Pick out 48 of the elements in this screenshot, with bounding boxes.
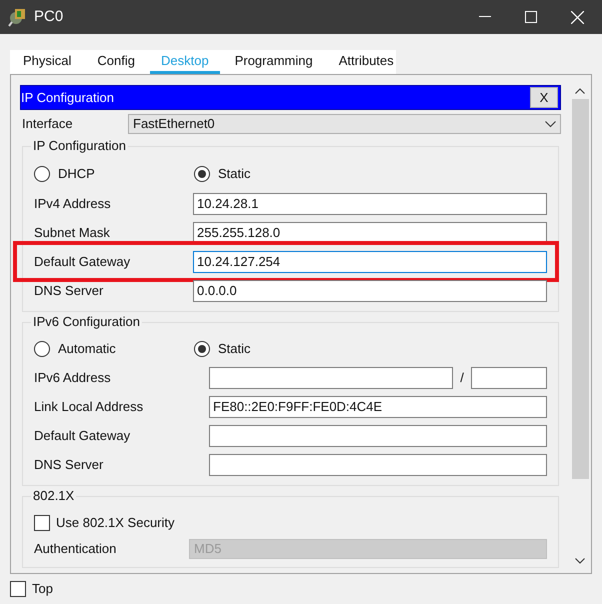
checkbox[interactable] — [34, 515, 50, 531]
field-label: Subnet Mask — [34, 224, 111, 242]
checkbox-label: Top — [32, 580, 53, 598]
radio-label: DHCP — [58, 165, 95, 184]
maximize-icon — [525, 11, 537, 23]
window-title: PC0 — [34, 6, 64, 27]
field-label: Link Local Address — [34, 398, 144, 416]
scroll-down-icon — [575, 558, 585, 564]
chevron-down-icon — [545, 120, 556, 128]
dialog-title: IP Configuration — [21, 88, 114, 107]
text-field[interactable]: 0.0.0.0 — [193, 280, 547, 302]
field-label: DNS Server — [34, 456, 104, 474]
radio-label: Automatic — [58, 340, 116, 358]
tab[interactable]: Programming — [224, 50, 324, 74]
computer-icon — [8, 7, 28, 27]
radio-label: Static — [218, 340, 251, 358]
address-field[interactable] — [209, 366, 453, 388]
text-field[interactable]: FE80::2E0:F9FF:FE0D:4C4E — [209, 396, 547, 418]
checkbox[interactable] — [10, 580, 26, 597]
close-dialog-button[interactable]: X — [530, 87, 558, 108]
scroll-up-icon — [575, 88, 585, 94]
interface-dropdown[interactable]: FastEthernet0 — [128, 114, 561, 134]
text-field[interactable]: 10.24.127.254 — [193, 250, 547, 272]
close-icon — [570, 10, 584, 24]
field-label: IPv4 Address — [34, 194, 112, 213]
minimize-icon — [479, 16, 491, 18]
text-field[interactable] — [209, 424, 547, 446]
tab[interactable]: Attributes — [328, 50, 405, 74]
field-label: Default Gateway — [34, 252, 132, 271]
field-label: Authentication — [34, 540, 118, 558]
scrollbar-thumb[interactable] — [572, 99, 588, 479]
radio-label: Static — [218, 165, 251, 184]
field-label: DNS Server — [34, 282, 104, 300]
text-field[interactable]: 10.24.28.1 — [193, 192, 547, 214]
radio-button[interactable] — [34, 166, 50, 182]
tab[interactable]: Physical — [12, 50, 82, 74]
prefix-field[interactable] — [471, 366, 547, 388]
radio-button[interactable] — [34, 341, 50, 357]
interface-label: Interface — [21, 115, 74, 134]
tab[interactable]: Config — [86, 50, 146, 74]
radio-button[interactable] — [194, 341, 210, 357]
field-label: Default Gateway — [34, 426, 132, 445]
field-label: IPv6 Address — [34, 368, 112, 387]
text-field[interactable] — [209, 454, 547, 476]
radio-button[interactable] — [194, 166, 210, 182]
separator-text: / — [459, 368, 465, 387]
text-field[interactable]: 255.255.128.0 — [193, 222, 547, 244]
checkbox-label: Use 802.1X Security — [56, 514, 175, 532]
